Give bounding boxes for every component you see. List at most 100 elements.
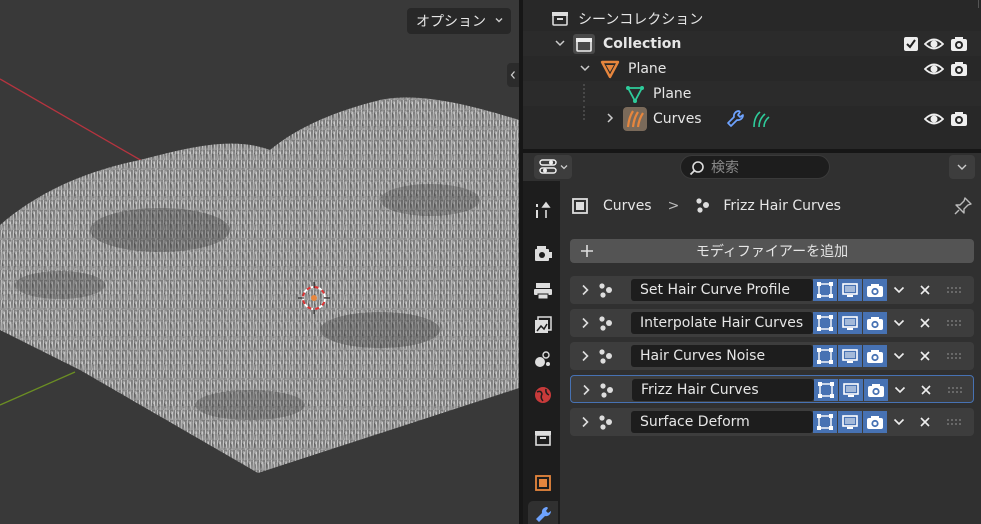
modifier-name-field[interactable]: Interpolate Hair Curves: [631, 312, 813, 334]
drag-handle-icon[interactable]: [946, 418, 962, 426]
tab-scene[interactable]: [528, 344, 558, 374]
sidebar-toggle[interactable]: [507, 63, 519, 87]
close-icon[interactable]: [919, 383, 933, 397]
editor-type-button[interactable]: [534, 155, 572, 179]
modifier-panel[interactable]: Hair Curves Noise: [570, 342, 974, 370]
tab-collection[interactable]: [528, 423, 558, 453]
tab-tool[interactable]: [528, 196, 558, 226]
checkbox-icon[interactable]: [901, 34, 921, 54]
outliner-label: Plane: [653, 85, 692, 102]
render-toggle[interactable]: [863, 279, 887, 301]
modifier-panel[interactable]: Set Hair Curve Profile: [570, 276, 974, 304]
camera-icon: [867, 317, 883, 330]
camera-icon: [867, 284, 883, 297]
viewport-toggle[interactable]: [838, 345, 862, 367]
outliner-row-curves[interactable]: Curves: [523, 106, 981, 131]
wrench-icon[interactable]: [726, 109, 746, 129]
chevron-down-icon[interactable]: [578, 61, 592, 75]
chevron-right-icon[interactable]: [579, 383, 593, 397]
close-icon[interactable]: [918, 349, 932, 363]
modifier-name-field[interactable]: Surface Deform: [631, 411, 813, 433]
modifier-icon: [536, 506, 552, 522]
modifier-panel[interactable]: Frizz Hair Curves: [570, 375, 974, 403]
search-icon: [689, 161, 704, 176]
render-toggle[interactable]: [864, 379, 888, 401]
modifier-panel[interactable]: Surface Deform: [570, 408, 974, 436]
chevron-right-icon[interactable]: [578, 316, 592, 330]
breadcrumb: Curves > Frizz Hair Curves: [570, 195, 841, 217]
monitor-icon: [842, 415, 858, 429]
search-input[interactable]: 検索: [680, 155, 830, 179]
close-icon[interactable]: [918, 316, 932, 330]
chevron-down-icon: [560, 165, 568, 170]
view-layer-icon: [535, 316, 552, 333]
tab-world[interactable]: [528, 380, 558, 410]
chevron-down-icon[interactable]: [892, 316, 906, 330]
viewport-toggle[interactable]: [838, 279, 862, 301]
chevron-left-icon: [510, 71, 515, 79]
viewport-toggle[interactable]: [839, 379, 863, 401]
close-icon[interactable]: [918, 415, 932, 429]
modifier-name-field[interactable]: Set Hair Curve Profile: [631, 279, 813, 301]
edit-mode-toggle[interactable]: [813, 411, 837, 433]
geometry-nodes-icon: [600, 383, 613, 398]
modifier-name-field[interactable]: Frizz Hair Curves: [632, 379, 814, 401]
camera-icon[interactable]: [949, 59, 969, 79]
viewport-toggle[interactable]: [838, 312, 862, 334]
render-toggle[interactable]: [863, 411, 887, 433]
edit-mode-toggle[interactable]: [813, 345, 837, 367]
chevron-right-icon[interactable]: [578, 349, 592, 363]
close-icon[interactable]: [918, 283, 932, 297]
camera-icon[interactable]: [949, 109, 969, 129]
add-modifier-button[interactable]: モディファイアーを追加: [570, 239, 974, 263]
tab-render[interactable]: [528, 239, 558, 269]
breadcrumb-modifier: Frizz Hair Curves: [723, 198, 841, 214]
scene-icon: [535, 351, 550, 367]
chevron-down-icon[interactable]: [553, 36, 567, 50]
chevron-right-icon[interactable]: [578, 415, 592, 429]
viewport-toggle[interactable]: [838, 411, 862, 433]
tab-modifier[interactable]: [528, 501, 558, 524]
outliner-row-scene-collection[interactable]: シーンコレクション: [523, 6, 981, 31]
edit-mode-toggle[interactable]: [813, 312, 837, 334]
pin-icon[interactable]: [953, 196, 973, 216]
chevron-down-icon: [957, 164, 967, 170]
drag-handle-icon[interactable]: [947, 386, 963, 394]
eye-icon[interactable]: [924, 109, 944, 129]
chevron-down-icon[interactable]: [892, 283, 906, 297]
render-toggle[interactable]: [863, 345, 887, 367]
chevron-down-icon[interactable]: [892, 415, 906, 429]
options-menu-button[interactable]: [949, 155, 975, 179]
drag-handle-icon[interactable]: [946, 319, 962, 327]
chevron-right-icon[interactable]: [578, 283, 592, 297]
curves-object-icon: [623, 107, 647, 131]
properties-panel: Curves > Frizz Hair Curves モディファイアーを追加 S…: [560, 181, 981, 524]
camera-icon: [868, 384, 884, 397]
tab-output[interactable]: [528, 276, 558, 306]
modifier-name-field[interactable]: Hair Curves Noise: [631, 345, 813, 367]
outliner-row-collection[interactable]: Collection: [523, 31, 981, 56]
tab-object[interactable]: [528, 468, 558, 498]
chevron-down-icon[interactable]: [893, 383, 907, 397]
eye-icon[interactable]: [924, 59, 944, 79]
options-dropdown[interactable]: オプション: [407, 8, 511, 34]
outliner-row-plane-mesh[interactable]: Plane: [523, 81, 981, 106]
add-modifier-label: モディファイアーを追加: [695, 244, 849, 260]
modifier-panel[interactable]: Interpolate Hair Curves: [570, 309, 974, 337]
hair-icon[interactable]: [751, 109, 771, 129]
tab-view-layer[interactable]: [528, 310, 558, 340]
render-toggle[interactable]: [863, 312, 887, 334]
object-mesh-icon: [600, 60, 620, 79]
chevron-down-icon[interactable]: [892, 349, 906, 363]
3d-viewport[interactable]: オプション: [0, 0, 519, 524]
eye-icon[interactable]: [924, 34, 944, 54]
drag-handle-icon[interactable]: [946, 352, 962, 360]
camera-icon[interactable]: [949, 34, 969, 54]
edit-mode-toggle[interactable]: [813, 279, 837, 301]
outliner[interactable]: シーンコレクション Collection Plane Plane Curves: [523, 0, 981, 149]
outliner-row-plane-object[interactable]: Plane: [523, 56, 981, 81]
chevron-right-icon[interactable]: [603, 111, 617, 125]
edit-mode-toggle[interactable]: [814, 379, 838, 401]
drag-handle-icon[interactable]: [946, 286, 962, 294]
tool-icon: [536, 201, 551, 218]
